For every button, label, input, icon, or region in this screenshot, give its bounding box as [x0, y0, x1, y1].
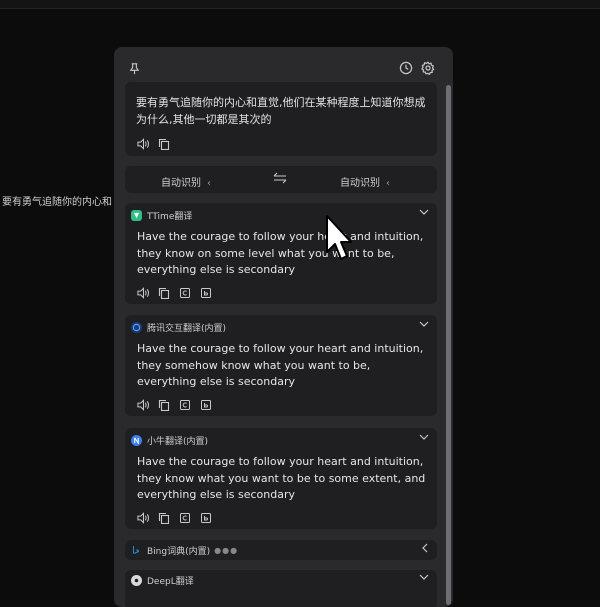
service-name: 腾讯交互翻译(内置)	[147, 323, 227, 334]
chevron-down-icon[interactable]	[419, 320, 429, 331]
copy-snake-case-icon[interactable]	[199, 398, 213, 412]
history-icon[interactable]	[397, 59, 415, 77]
chevron-down-icon[interactable]	[419, 208, 429, 219]
copy-snake-case-icon[interactable]	[199, 511, 213, 525]
chevron-left-icon[interactable]	[421, 543, 429, 556]
ttime-logo-icon	[131, 209, 142, 221]
chevron-down-icon[interactable]	[419, 573, 429, 584]
translation-card-tencent: 腾讯交互翻译(内置) Have the courage to follow yo…	[125, 315, 437, 416]
service-name: Bing词典(内置)	[147, 546, 211, 557]
top-window-edge	[0, 0, 600, 9]
copy-camel-case-icon[interactable]	[178, 286, 192, 300]
source-language-select[interactable]: 自动识别 ‹	[161, 174, 211, 189]
service-name: DeepL翻译	[147, 576, 194, 587]
speaker-icon[interactable]	[136, 137, 150, 151]
translation-panel: 要有勇气追随你的内心和直觉,他们在某种程度上知道你想成为什么,其他一切都是其次的…	[114, 47, 453, 607]
language-bar: 自动识别 ‹ 自动识别 ‹	[125, 166, 437, 193]
service-header[interactable]: 小牛翻译(内置)	[131, 433, 431, 447]
source-language-label: 自动识别	[161, 178, 201, 189]
target-language-label: 自动识别	[340, 178, 380, 189]
pin-icon[interactable]	[125, 59, 143, 77]
translation-text[interactable]: Have the courage to follow your heart an…	[137, 341, 429, 391]
speaker-icon[interactable]	[136, 511, 150, 525]
translation-card-bing: Bing词典(内置) ●●●	[125, 540, 437, 560]
service-name: TTime翻译	[147, 211, 193, 222]
translation-card-niutrans: 小牛翻译(内置) Have the courage to follow your…	[125, 428, 437, 529]
chevron-down-icon[interactable]	[419, 433, 429, 444]
niutrans-logo-icon	[131, 434, 142, 446]
source-text-card[interactable]: 要有勇气追随你的内心和直觉,他们在某种程度上知道你想成为什么,其他一切都是其次的	[125, 82, 437, 156]
service-header[interactable]: Bing词典(内置) ●●●	[131, 543, 431, 557]
copy-icon[interactable]	[157, 137, 171, 151]
settings-gear-icon[interactable]	[419, 59, 437, 77]
loading-dots-icon: ●●●	[214, 545, 239, 555]
service-name: 小牛翻译(内置)	[147, 436, 209, 447]
swap-languages-icon[interactable]	[272, 172, 288, 187]
mouse-pointer-icon	[325, 214, 353, 266]
chevron-left-icon: ‹	[207, 178, 211, 189]
translation-card-deepl: DeepL翻译	[125, 570, 437, 607]
source-text[interactable]: 要有勇气追随你的内心和直觉,他们在某种程度上知道你想成为什么,其他一切都是其次的	[136, 94, 427, 128]
speaker-icon[interactable]	[136, 286, 150, 300]
target-language-select[interactable]: 自动识别 ‹	[340, 174, 390, 189]
translation-text[interactable]: Have the courage to follow your heart an…	[137, 454, 429, 504]
deepl-logo-icon	[131, 574, 142, 586]
copy-icon[interactable]	[157, 286, 171, 300]
copy-camel-case-icon[interactable]	[178, 398, 192, 412]
translation-text[interactable]: Have the courage to follow your heart an…	[137, 229, 429, 279]
tencent-logo-icon	[131, 321, 142, 333]
translation-card-ttime: TTime翻译 Have the courage to follow your …	[125, 203, 437, 304]
bing-logo-icon	[131, 545, 142, 556]
vertical-scrollbar[interactable]	[446, 85, 451, 605]
service-header[interactable]: DeepL翻译	[131, 573, 431, 587]
chevron-left-icon: ‹	[386, 178, 390, 189]
copy-camel-case-icon[interactable]	[178, 511, 192, 525]
copy-icon[interactable]	[157, 398, 171, 412]
copy-icon[interactable]	[157, 511, 171, 525]
speaker-icon[interactable]	[136, 398, 150, 412]
service-header[interactable]: TTime翻译	[131, 208, 431, 222]
background-selected-text: 要有勇气追随你的内心和	[2, 197, 112, 208]
copy-snake-case-icon[interactable]	[199, 286, 213, 300]
service-header[interactable]: 腾讯交互翻译(内置)	[131, 320, 431, 334]
